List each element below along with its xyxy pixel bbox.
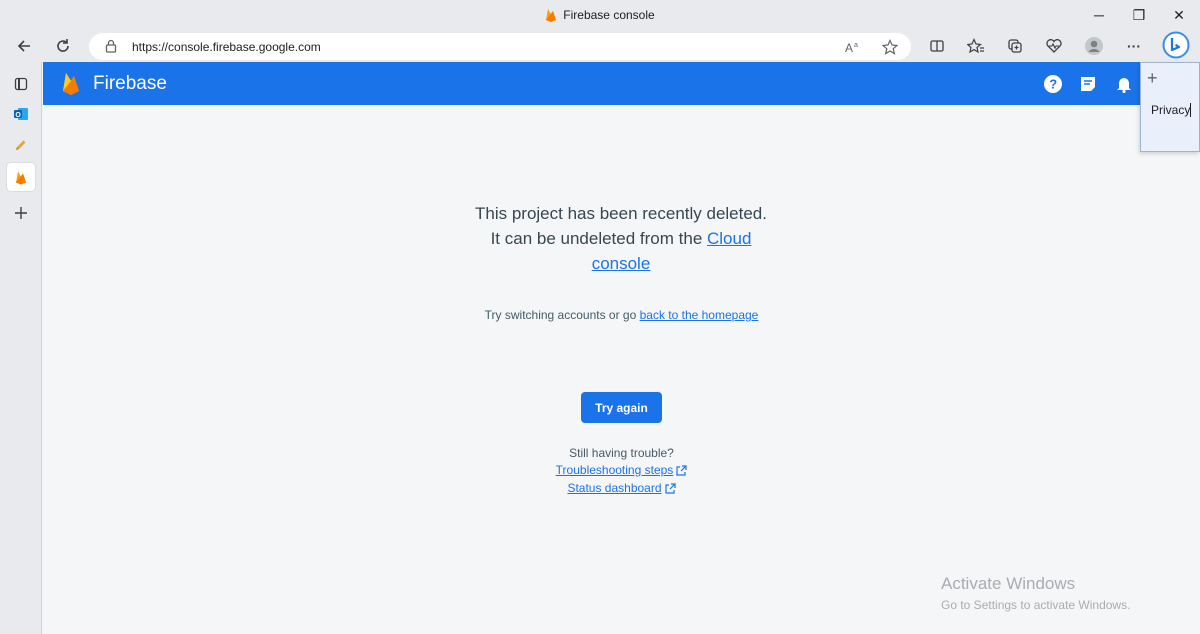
refresh-icon [57,39,69,52]
tab-actions-button[interactable] [7,70,35,98]
external-link-icon [676,465,687,479]
add-icon[interactable]: + [1147,68,1158,89]
outlook-icon: O [14,108,28,120]
heart-pulse-icon [1046,39,1062,53]
minimize-button[interactable]: ─ [1084,4,1114,26]
window-title-text: Firebase console [563,8,655,22]
external-link-icon [664,483,676,497]
activate-windows-watermark: Activate Windows Go to Settings to activ… [941,574,1130,612]
svg-text:O: O [15,112,21,119]
address-bar[interactable]: https://console.firebase.google.com Aa [89,33,911,60]
new-tab-button[interactable] [7,199,35,227]
close-button[interactable]: ✕ [1164,4,1194,26]
collections-icon [1008,39,1022,53]
collections-button[interactable] [1002,33,1028,59]
firebase-header: Firebase ? [43,62,1200,105]
url-text[interactable]: https://console.firebase.google.com [132,40,321,54]
activate-windows-subtitle: Go to Settings to activate Windows. [941,598,1131,612]
favorites-icon [967,38,984,54]
suggestion-popup: + Privacy [1140,62,1200,152]
read-aloud-icon[interactable]: Aa [843,37,863,57]
profile-button[interactable] [1081,33,1107,59]
favorite-star-icon[interactable] [880,37,900,57]
try-again-button[interactable]: Try again [581,392,662,423]
firebase-logo-icon[interactable] [61,71,81,100]
notifications-bell-icon[interactable] [1113,73,1135,95]
bing-icon [1162,31,1190,59]
pencil-icon [16,140,26,150]
back-arrow-icon [17,40,30,52]
status-dashboard-link[interactable]: Status dashboard [567,481,661,495]
popup-text[interactable]: Privacy [1151,103,1192,117]
back-button[interactable] [11,33,37,59]
text-caret [1190,103,1192,117]
window-title: Firebase console [0,8,1200,25]
tab-firebase[interactable] [7,163,35,191]
troubleshooting-steps-link[interactable]: Troubleshooting steps [556,463,674,477]
vertical-tabs-sidebar: O [0,62,42,634]
title-bar: Firebase console ─ ❐ ✕ [0,0,1200,30]
avatar-icon [1085,37,1103,55]
bing-copilot-button[interactable] [1161,30,1191,60]
deleted-project-message: This project has been recently deleted. … [471,201,771,276]
still-having-trouble-text: Still having trouble? [569,446,674,460]
firebase-brand[interactable]: Firebase [93,73,167,95]
svg-text:?: ? [1049,77,1057,92]
firebase-tab-icon [16,171,26,184]
lock-icon[interactable] [105,39,117,58]
activate-windows-title: Activate Windows [941,574,1076,593]
tab-actions-icon [14,77,28,91]
switch-accounts-text: Try switching accounts or go [484,308,640,322]
tab-edit[interactable] [7,131,35,159]
maximize-button[interactable]: ❐ [1124,4,1154,26]
homepage-link[interactable]: back to the homepage [640,308,759,322]
split-screen-button[interactable] [924,33,950,59]
firebase-tab-icon [545,8,557,25]
status-dashboard-line: Status dashboard [43,481,1200,497]
feedback-icon[interactable] [1077,73,1099,95]
popup-text-value: Privacy [1151,103,1191,117]
more-options-button[interactable]: ··· [1121,33,1147,59]
switch-accounts-line: Try switching accounts or go back to the… [43,308,1200,322]
troubleshooting-line: Troubleshooting steps [43,463,1200,479]
tab-outlook[interactable]: O [7,100,35,128]
browser-essentials-button[interactable] [1041,33,1067,59]
main-content: This project has been recently deleted. … [43,105,1200,634]
plus-icon [15,207,27,219]
favorites-button[interactable] [963,33,989,59]
help-icon[interactable]: ? [1042,73,1064,95]
split-screen-icon [930,40,944,52]
svg-text:A: A [845,41,853,54]
svg-text:a: a [854,42,858,49]
refresh-button[interactable] [50,33,76,59]
browser-toolbar: https://console.firebase.google.com Aa ·… [0,30,1200,62]
